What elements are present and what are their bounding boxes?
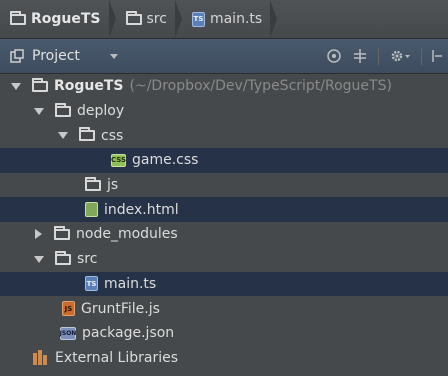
json-file-icon: JSON (60, 326, 76, 340)
tree-node-roguets[interactable]: RogueTS (~/Dropbox/Dev/TypeScript/RogueT… (0, 74, 448, 99)
tree-node-label: RogueTS (54, 78, 124, 95)
tree-node-deploy[interactable]: deploy (0, 99, 448, 124)
tree-node-path: (~/Dropbox/Dev/TypeScript/RogueTS) (129, 78, 392, 95)
target-icon[interactable] (326, 48, 342, 64)
tree-node-label: src (77, 251, 98, 268)
breadcrumb-label: main.ts (209, 11, 263, 27)
typescript-file-icon: TS (85, 276, 98, 292)
view-selector[interactable]: Project (10, 48, 118, 64)
breadcrumb-label: RogueTS (31, 11, 101, 27)
folder-icon (10, 10, 26, 25)
tree-node-external-libraries[interactable]: External Libraries (0, 346, 448, 371)
breadcrumb-item-main-ts[interactable]: TS main.ts (182, 0, 278, 38)
project-view-icon (10, 49, 24, 63)
folder-icon (54, 225, 70, 240)
folder-icon (125, 10, 142, 25)
tree-node-js[interactable]: js (0, 173, 448, 198)
folder-icon (79, 127, 95, 142)
typescript-file-icon: TS (191, 11, 205, 27)
tree-node-label: package.json (82, 325, 175, 342)
collapse-icon[interactable] (352, 48, 368, 64)
tree-node-node-modules[interactable]: node_modules (0, 222, 448, 247)
tree-node-label: main.ts (104, 275, 157, 292)
expanded-arrow-icon[interactable] (58, 132, 68, 140)
toolbar-divider (378, 47, 379, 65)
breadcrumb: RogueTS src TS main.ts (0, 0, 448, 39)
tree-node-package-json[interactable]: JSON package.json (0, 321, 448, 346)
toolbar-divider (421, 47, 422, 65)
breadcrumb-label: src (146, 11, 167, 27)
tree-node-game-css[interactable]: CSS game.css (0, 148, 448, 173)
breadcrumb-separator (174, 0, 182, 38)
project-toolbar: Project (0, 39, 448, 74)
collapsed-arrow-icon[interactable] (35, 229, 42, 240)
tree-node-main-ts[interactable]: TS main.ts (0, 271, 448, 297)
tree-node-label: js (107, 177, 119, 194)
expanded-arrow-icon[interactable] (11, 82, 21, 90)
tree-node-css[interactable]: css (0, 123, 448, 148)
hide-icon[interactable] (432, 48, 442, 64)
breadcrumb-separator (270, 0, 278, 38)
toolbar-actions (326, 39, 442, 73)
tree-node-label: game.css (132, 152, 199, 169)
project-tree: RogueTS (~/Dropbox/Dev/TypeScript/RogueT… (0, 74, 448, 370)
expanded-arrow-icon[interactable] (34, 255, 44, 263)
tree-node-gruntfile[interactable]: JS GruntFile.js (0, 296, 448, 321)
gear-icon[interactable] (389, 48, 411, 64)
tree-node-label: deploy (77, 103, 125, 120)
tree-node-label: External Libraries (55, 349, 178, 366)
tree-node-label: css (101, 127, 124, 144)
chevron-down-icon (109, 53, 118, 59)
folder-icon (55, 102, 71, 117)
breadcrumb-separator (108, 0, 116, 38)
javascript-file-icon: JS (62, 301, 75, 317)
css-file-icon: CSS (111, 153, 126, 167)
breadcrumb-item-roguets[interactable]: RogueTS (0, 0, 116, 38)
view-selector-label: Project (32, 48, 80, 64)
folder-icon (32, 77, 48, 92)
tree-node-label: GruntFile.js (81, 300, 160, 317)
html-file-icon (85, 202, 98, 218)
tree-node-index-html[interactable]: index.html (0, 197, 448, 223)
folder-icon (85, 176, 101, 191)
expanded-arrow-icon[interactable] (34, 107, 44, 115)
tree-node-label: index.html (104, 201, 179, 218)
tree-node-label: node_modules (76, 226, 178, 243)
tree-node-src[interactable]: src (0, 247, 448, 272)
folder-icon (55, 250, 71, 265)
breadcrumb-item-src[interactable]: src (116, 0, 182, 38)
library-icon (33, 350, 49, 366)
